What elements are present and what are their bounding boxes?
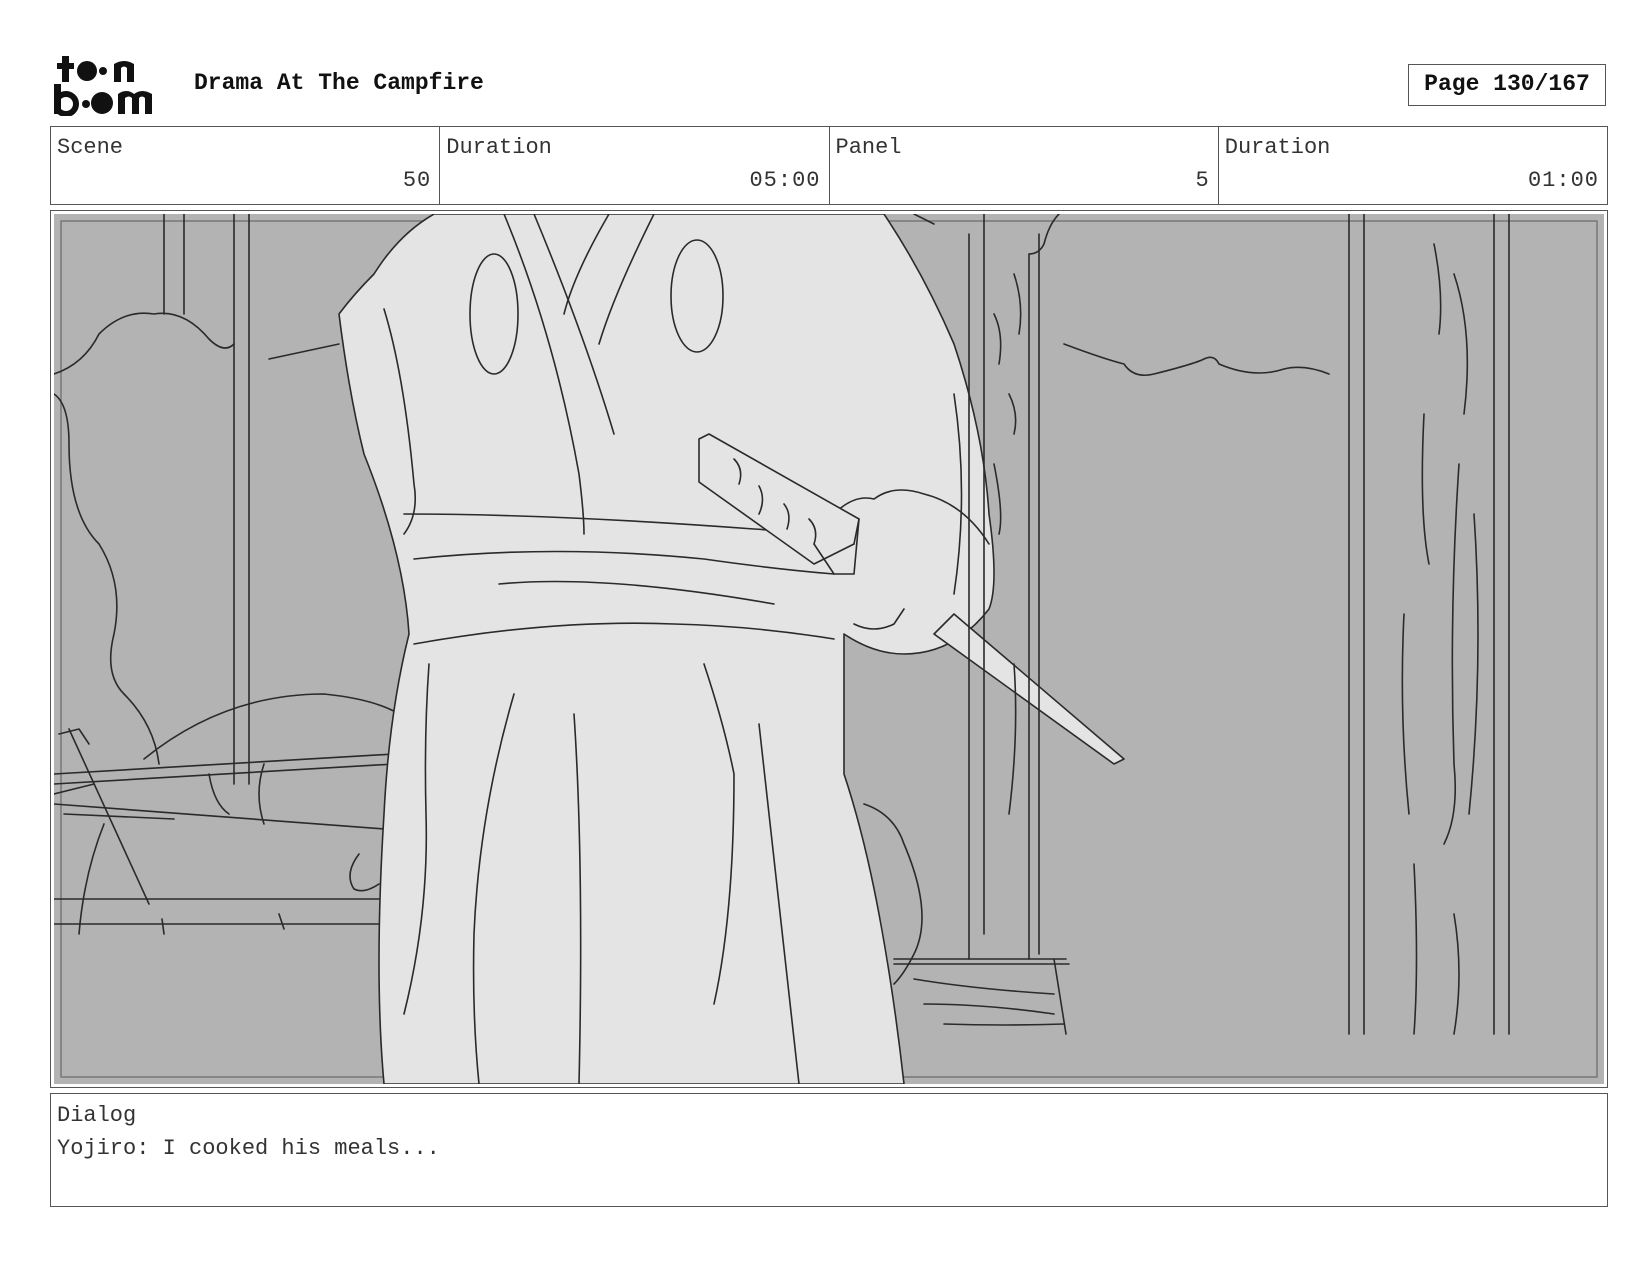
dialog-text: Yojiro: I cooked his meals...	[57, 1136, 440, 1161]
panel-label: Panel	[835, 135, 902, 160]
scene-value: 50	[402, 168, 432, 193]
info-row: Scene 50 Duration 05:00 Panel 5 Duration…	[50, 126, 1608, 205]
scene-label: Scene	[57, 135, 124, 160]
dialog-label: Dialog	[57, 1103, 137, 1128]
panel-sketch	[54, 214, 1604, 1084]
toonboom-logo	[53, 54, 172, 117]
page-indicator: Page 130/167	[1408, 64, 1606, 106]
panel-value: 5	[1195, 168, 1210, 193]
scene-duration-label: Duration	[446, 135, 552, 160]
scene-cell: Scene 50	[51, 127, 441, 204]
scene-duration-cell: Duration 05:00	[440, 127, 830, 204]
dialog-box: Dialog Yojiro: I cooked his meals...	[50, 1093, 1608, 1207]
panel-duration-cell: Duration 01:00	[1219, 127, 1607, 204]
panel-duration-label: Duration	[1224, 135, 1331, 160]
storyboard-panel	[50, 210, 1608, 1088]
panel-cell: Panel 5	[830, 127, 1219, 204]
scene-duration-value: 05:00	[749, 168, 821, 193]
panel-duration-value: 01:00	[1527, 168, 1599, 193]
project-title: Drama At The Campfire	[194, 70, 484, 96]
